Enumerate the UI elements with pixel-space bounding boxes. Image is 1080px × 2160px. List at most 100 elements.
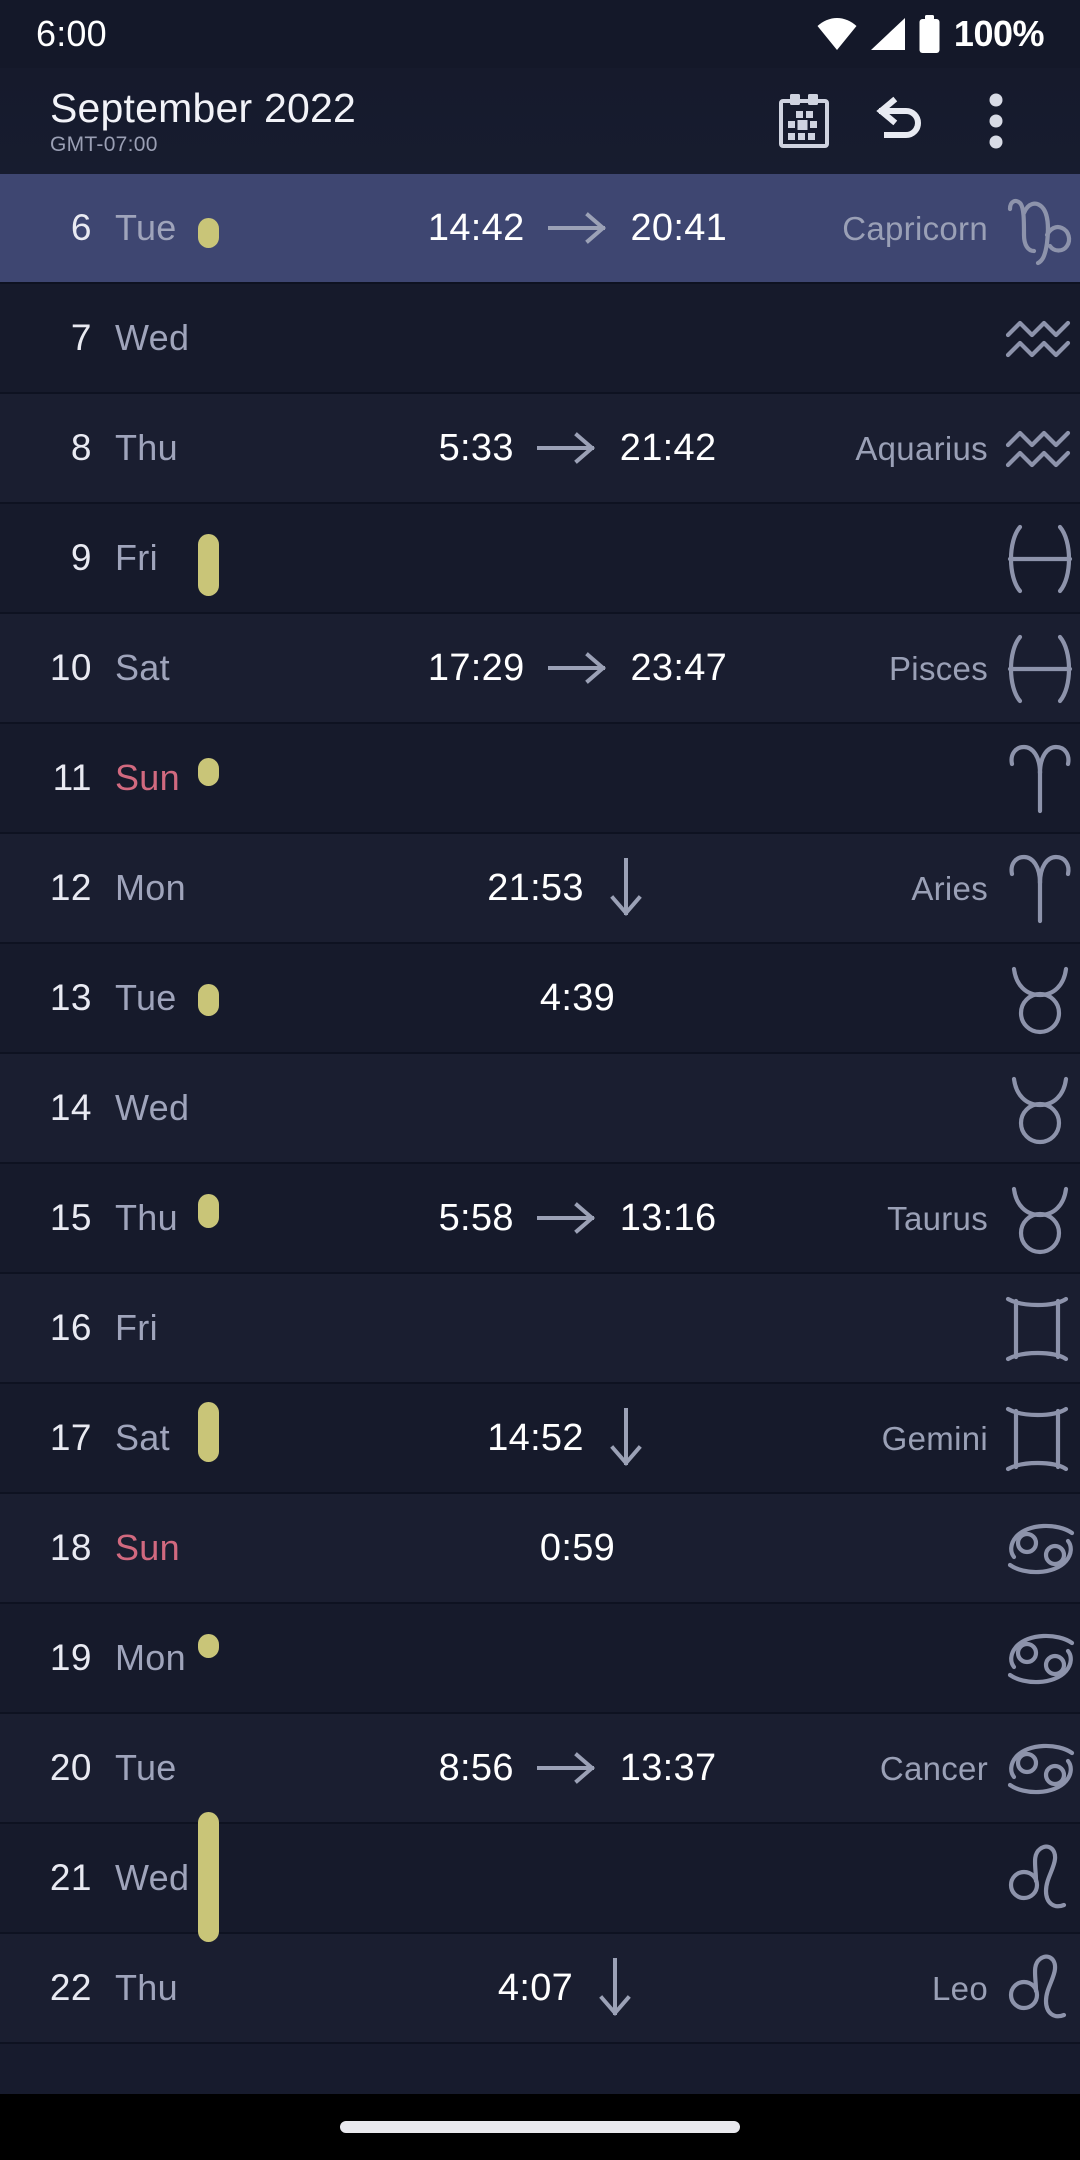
- overflow-menu-button[interactable]: [948, 73, 1044, 169]
- day-number: 10: [49, 647, 92, 688]
- app-bar: September 2022 GMT-07:00: [0, 68, 1080, 174]
- void-of-course-marker: [198, 534, 219, 596]
- day-row[interactable]: 10 Sat 17:29 23:47 Pisces: [0, 614, 1080, 724]
- weekday-label: Fri: [115, 1307, 158, 1348]
- day-number: 7: [70, 317, 92, 358]
- battery-percent-label: 100%: [953, 13, 1045, 54]
- pisces-icon: [1002, 627, 1080, 711]
- end-time: 21:42: [619, 426, 717, 469]
- day-row[interactable]: 7 Wed: [0, 284, 1080, 394]
- zodiac-sign-label: Aquarius: [855, 430, 988, 467]
- times-group: 4:39: [225, 977, 1080, 1020]
- start-time: 14:52: [487, 1416, 584, 1459]
- day-number: 15: [49, 1197, 92, 1238]
- day-number: 21: [49, 1857, 92, 1898]
- arrow-right-icon: [547, 648, 609, 688]
- home-gesture-pill[interactable]: [340, 2121, 740, 2133]
- void-of-course-marker: [198, 1402, 219, 1462]
- day-row[interactable]: 14 Wed: [0, 1054, 1080, 1164]
- zodiac-group: [1002, 1274, 1080, 1384]
- aries-icon: [1002, 847, 1080, 931]
- void-of-course-marker: [198, 1634, 219, 1658]
- zodiac-sign-label: Pisces: [889, 650, 988, 687]
- end-time: 13:37: [619, 1746, 717, 1789]
- zodiac-group: Pisces: [889, 614, 1080, 724]
- undo-icon: [872, 93, 928, 149]
- day-row[interactable]: 13 Tue 4:39: [0, 944, 1080, 1054]
- zodiac-group: Aries: [911, 834, 1080, 944]
- leo-icon: [1002, 1837, 1080, 1921]
- aquarius-icon: [1002, 407, 1080, 491]
- cancer-icon: [1002, 1507, 1080, 1591]
- times-group: 0:59: [225, 1527, 1080, 1570]
- taurus-icon: [1002, 1177, 1080, 1261]
- taurus-icon: [1002, 957, 1080, 1041]
- zodiac-sign-label: Capricorn: [842, 210, 988, 247]
- day-number: 11: [52, 757, 92, 798]
- zodiac-group: [1002, 284, 1080, 394]
- weekday-label: Wed: [115, 317, 190, 358]
- capricorn-icon: [1002, 187, 1080, 271]
- status-bar-icons: 100%: [816, 13, 1045, 55]
- day-list[interactable]: 6 Tue 14:42 20:41 Capricorn 7 Wed 8 Thu 5:33 21:42…: [0, 174, 1080, 2094]
- day-row[interactable]: 20 Tue 8:56 13:37 Cancer: [0, 1714, 1080, 1824]
- zodiac-sign-label: Taurus: [887, 1200, 988, 1237]
- day-row[interactable]: 12 Mon 21:53 Aries: [0, 834, 1080, 944]
- timezone-label: GMT-07:00: [50, 132, 158, 156]
- day-row[interactable]: 11 Sun: [0, 724, 1080, 834]
- day-number: 19: [49, 1637, 92, 1678]
- zodiac-group: Capricorn: [842, 174, 1080, 284]
- day-row[interactable]: 17 Sat 14:52 Gemini: [0, 1384, 1080, 1494]
- weekday-label: Sun: [115, 1527, 180, 1568]
- gemini-icon: [1002, 1287, 1080, 1371]
- status-bar: 6:00 100%: [0, 0, 1080, 68]
- day-number: 13: [49, 977, 92, 1018]
- start-time: 4:07: [497, 1966, 574, 2009]
- phone-screen: 6:00 100% September 2022 GMT-07:00 6 Tue…: [0, 0, 1080, 2160]
- day-row[interactable]: 18 Sun 0:59: [0, 1494, 1080, 1604]
- arrow-right-icon: [536, 428, 598, 468]
- weekday-label: Sat: [115, 647, 170, 688]
- day-number: 22: [49, 1967, 92, 2008]
- void-of-course-marker: [198, 758, 219, 786]
- battery-icon: [918, 15, 941, 53]
- day-number: 20: [49, 1747, 92, 1788]
- day-row[interactable]: 9 Fri: [0, 504, 1080, 614]
- day-row[interactable]: 19 Mon: [0, 1604, 1080, 1714]
- start-time: 5:58: [438, 1196, 514, 1239]
- calendar-button[interactable]: [756, 73, 852, 169]
- day-number: 14: [49, 1087, 92, 1128]
- zodiac-group: [1002, 1054, 1080, 1164]
- day-row[interactable]: 21 Wed: [0, 1824, 1080, 1934]
- day-row[interactable]: 8 Thu 5:33 21:42 Aquarius: [0, 394, 1080, 504]
- zodiac-group: [1002, 1494, 1080, 1604]
- zodiac-group: [1002, 724, 1080, 834]
- zodiac-sign-label: Aries: [911, 870, 988, 907]
- arrow-down-icon: [606, 857, 646, 919]
- zodiac-sign-label: Cancer: [879, 1750, 988, 1787]
- arrow-right-icon: [536, 1748, 598, 1788]
- day-row[interactable]: 15 Thu 5:58 13:16 Taurus: [0, 1164, 1080, 1274]
- undo-button[interactable]: [852, 73, 948, 169]
- arrow-right-icon: [547, 208, 609, 248]
- arrow-down-icon: [606, 1407, 646, 1469]
- day-row[interactable]: 22 Thu 4:07 Leo: [0, 1934, 1080, 2044]
- day-number: 16: [49, 1307, 92, 1348]
- wifi-icon: [816, 17, 858, 51]
- zodiac-group: [1002, 944, 1080, 1054]
- zodiac-group: Taurus: [887, 1164, 1080, 1274]
- day-number: 12: [49, 867, 92, 908]
- leo-icon: [1002, 1947, 1080, 2031]
- status-bar-clock: 6:00: [36, 13, 107, 54]
- void-of-course-marker: [198, 1812, 219, 1942]
- cancer-icon: [1002, 1617, 1080, 1701]
- void-of-course-marker: [198, 218, 219, 248]
- end-time: 23:47: [630, 646, 728, 689]
- system-navigation-bar: [0, 2094, 1080, 2160]
- aries-icon: [1002, 737, 1080, 821]
- day-row[interactable]: 16 Fri: [0, 1274, 1080, 1384]
- day-row[interactable]: 6 Tue 14:42 20:41 Capricorn: [0, 174, 1080, 284]
- arrow-down-icon: [595, 1957, 635, 2019]
- end-time: 13:16: [619, 1196, 717, 1239]
- zodiac-sign-label: Leo: [932, 1970, 988, 2007]
